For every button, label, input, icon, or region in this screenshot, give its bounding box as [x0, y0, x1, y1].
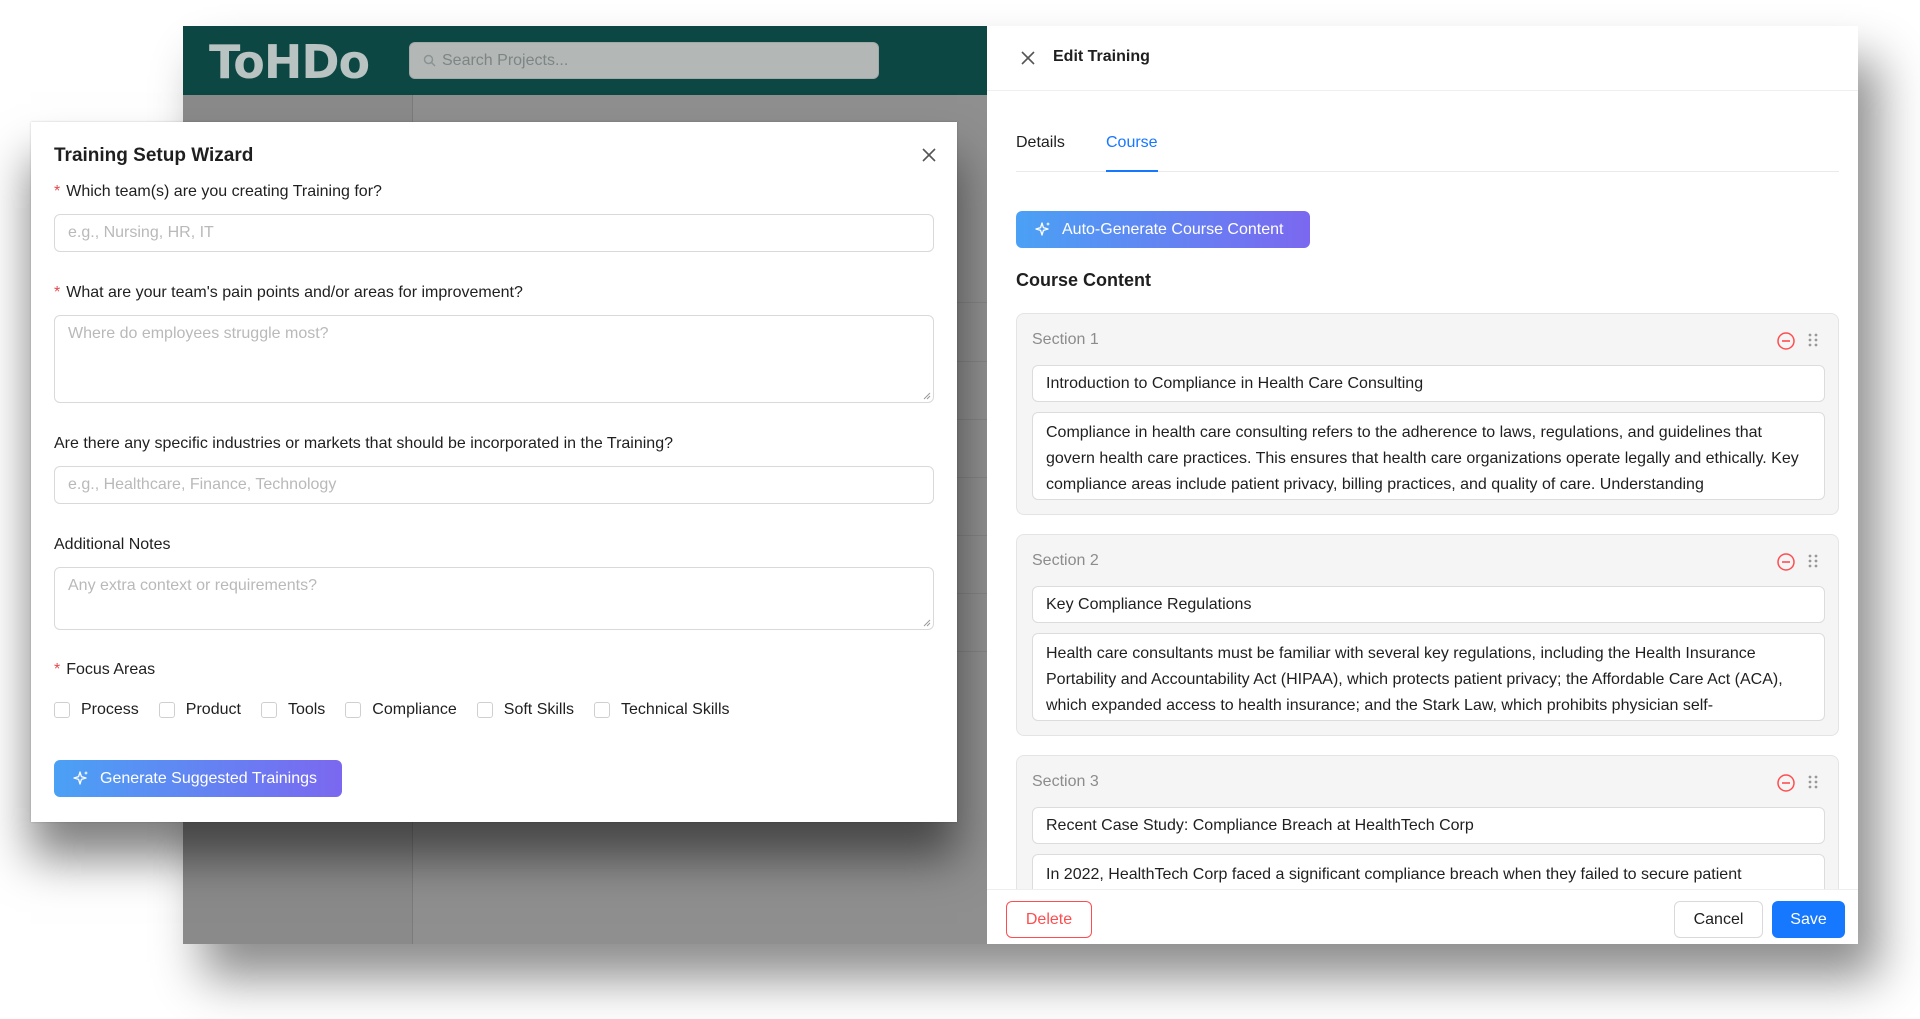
section-title-input[interactable]: Key Compliance Regulations: [1032, 586, 1825, 623]
checkbox[interactable]: [158, 702, 175, 718]
search-input[interactable]: Search Projects...: [442, 52, 568, 70]
search-icon: [422, 54, 436, 68]
focus-option-technical-skills[interactable]: Technical Skills: [594, 701, 730, 719]
cancel-button[interactable]: Cancel: [1674, 901, 1763, 938]
focus-option-compliance[interactable]: Compliance: [345, 701, 457, 719]
sparkle-icon: [73, 770, 88, 785]
industries-input[interactable]: e.g., Healthcare, Finance, Technology: [54, 466, 934, 504]
teams-question-label: * Which team(s) are you creating Training…: [54, 183, 382, 200]
focus-areas-label: * Focus Areas: [54, 661, 156, 678]
remove-section-icon[interactable]: [1776, 331, 1796, 351]
drag-handle-icon[interactable]: [1806, 552, 1820, 570]
generate-button-label: Generate Suggested Trainings: [100, 769, 318, 787]
edit-training-drawer: Edit Training Details Course Auto-Genera…: [987, 26, 1858, 944]
section-title-input[interactable]: Introduction to Compliance in Health Car…: [1032, 365, 1825, 402]
save-button[interactable]: Save: [1772, 901, 1845, 938]
checkbox[interactable]: [345, 702, 362, 718]
focus-option-tools[interactable]: Tools: [260, 701, 325, 719]
checkbox[interactable]: [260, 702, 277, 718]
resize-handle-icon[interactable]: [923, 392, 931, 400]
required-marker: *: [54, 661, 61, 678]
pain-points-textarea[interactable]: Where do employees struggle most?: [54, 315, 934, 403]
section-body-textarea[interactable]: In 2022, HealthTech Corp faced a signifi…: [1032, 854, 1825, 889]
generate-suggested-trainings-button[interactable]: Generate Suggested Trainings: [54, 760, 342, 797]
industries-question-label: Are there any specific industries or mar…: [54, 435, 673, 452]
course-section: Section 1 Introduction to Compliance in …: [1016, 313, 1839, 515]
delete-button[interactable]: Delete: [1006, 901, 1092, 938]
search-bar[interactable]: Search Projects...: [409, 42, 879, 79]
remove-section-icon[interactable]: [1776, 552, 1796, 572]
tab-bar: Details Course: [1016, 134, 1839, 172]
course-sections-list[interactable]: Section 1 Introduction to Compliance in …: [1016, 313, 1839, 889]
additional-notes-textarea[interactable]: Any extra context or requirements?: [54, 567, 934, 630]
training-setup-wizard: Training Setup Wizard * Which team(s) are…: [31, 122, 957, 822]
checkbox[interactable]: [594, 702, 611, 718]
pain-points-question-label: * What are your team's pain points and/or…: [54, 284, 523, 301]
focus-option-product[interactable]: Product: [158, 701, 241, 719]
course-section: Section 3 Recent Case Study: Compliance …: [1016, 755, 1839, 889]
section-label: Section 1: [1032, 331, 1099, 348]
auto-generate-course-content-button[interactable]: Auto-Generate Course Content: [1016, 211, 1310, 248]
tab-details[interactable]: Details: [1016, 134, 1065, 172]
drag-handle-icon[interactable]: [1806, 773, 1820, 791]
resize-handle-icon[interactable]: [923, 619, 931, 627]
checkbox[interactable]: [54, 702, 70, 718]
teams-input[interactable]: e.g., Nursing, HR, IT: [54, 214, 934, 252]
remove-section-icon[interactable]: [1776, 773, 1796, 793]
auto-generate-label: Auto-Generate Course Content: [1062, 220, 1284, 238]
drag-handle-icon[interactable]: [1806, 331, 1820, 349]
wizard-title: Training Setup Wizard: [54, 145, 254, 166]
drawer-header: Edit Training: [987, 26, 1858, 91]
course-content-title: Course Content: [1016, 270, 1151, 290]
drawer-footer: Delete Cancel Save: [987, 889, 1858, 944]
required-marker: *: [54, 284, 61, 301]
section-label: Section 2: [1032, 552, 1099, 569]
focus-option-process[interactable]: Process: [54, 701, 139, 719]
close-icon[interactable]: [919, 145, 939, 165]
focus-areas-group: Process Product Tools Compliance Soft Sk…: [54, 701, 750, 719]
drawer-title: Edit Training: [1053, 48, 1150, 65]
sparkle-icon: [1035, 221, 1050, 236]
course-section: Section 2 Key Compliance Regulations Hea…: [1016, 534, 1839, 736]
checkbox[interactable]: [476, 702, 493, 718]
close-icon[interactable]: [1019, 49, 1037, 67]
additional-notes-label: Additional Notes: [54, 536, 171, 553]
app-logo[interactable]: ToHDo: [209, 35, 370, 89]
focus-option-soft-skills[interactable]: Soft Skills: [476, 701, 574, 719]
section-label: Section 3: [1032, 773, 1099, 790]
section-title-input[interactable]: Recent Case Study: Compliance Breach at …: [1032, 807, 1825, 844]
tab-course[interactable]: Course: [1106, 134, 1158, 172]
required-marker: *: [54, 183, 61, 200]
section-body-textarea[interactable]: Health care consultants must be familiar…: [1032, 633, 1825, 721]
section-body-textarea[interactable]: Compliance in health care consulting ref…: [1032, 412, 1825, 500]
